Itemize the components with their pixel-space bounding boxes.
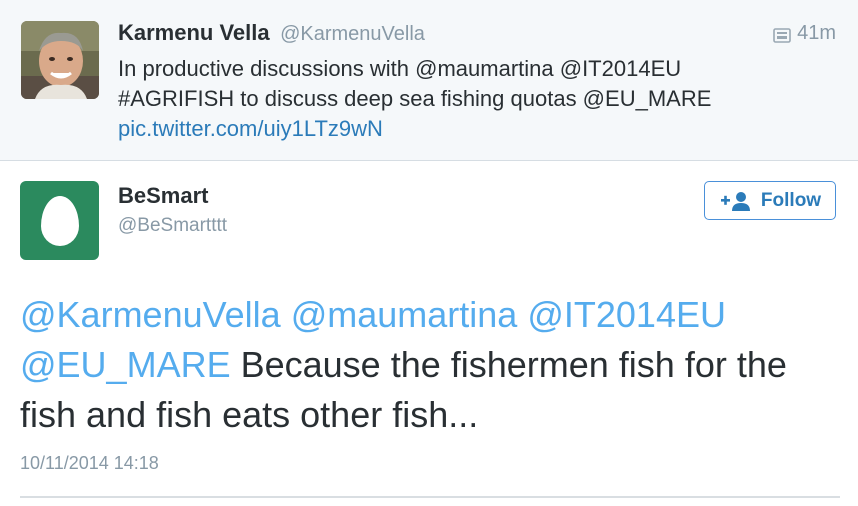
quoted-text-line: #AGRIFISH to discuss deep sea fishing qu… [118,86,712,111]
tweet-text-line: @EU_MARE Because the fishermen fish for … [20,340,840,390]
author-handle[interactable]: @KarmenuVella [280,23,425,45]
mention-link[interactable]: @maumartina [291,294,518,335]
mention-link[interactable]: @EU_MARE [20,344,231,385]
tweet-timestamp[interactable]: 10/11/2014 14:18 [20,453,159,474]
follow-label: Follow [760,189,822,211]
photo-icon [773,26,791,43]
follow-button[interactable]: Follow [704,181,836,220]
mention-link[interactable]: @IT2014EU [527,294,726,335]
author-avatar[interactable] [21,21,99,99]
author-handle[interactable]: @BeSmartttt [118,215,227,237]
quoted-tweet[interactable]: Karmenu Vella @KarmenuVella 41m In produ… [0,0,858,161]
media-link[interactable]: pic.twitter.com/uiy1LTz9wN [118,114,818,144]
tweet-text-line: @KarmenuVella @maumartina @IT2014EU [20,290,840,340]
quoted-tweet-text: In productive discussions with @maumarti… [118,54,818,144]
timestamp-group: 41m [773,22,836,45]
default-egg-avatar[interactable] [20,181,99,260]
mention-link[interactable]: @KarmenuVella [20,294,281,335]
tweet-text-line: fish and fish eats other fish... [20,394,479,435]
quoted-text-line: In productive discussions with @maumarti… [118,56,682,81]
tweet-text: @KarmenuVella @maumartina @IT2014EU @EU_… [20,290,840,440]
relative-time[interactable]: 41m [797,22,836,45]
author-name[interactable]: Karmenu Vella [118,20,270,45]
tweet-text-fragment: Because the fishermen fish for the [230,344,787,385]
add-user-icon [719,190,753,212]
divider [20,496,840,498]
quoted-header: Karmenu Vella @KarmenuVella [118,20,425,46]
author-name[interactable]: BeSmart [118,183,208,209]
egg-icon [40,195,79,246]
